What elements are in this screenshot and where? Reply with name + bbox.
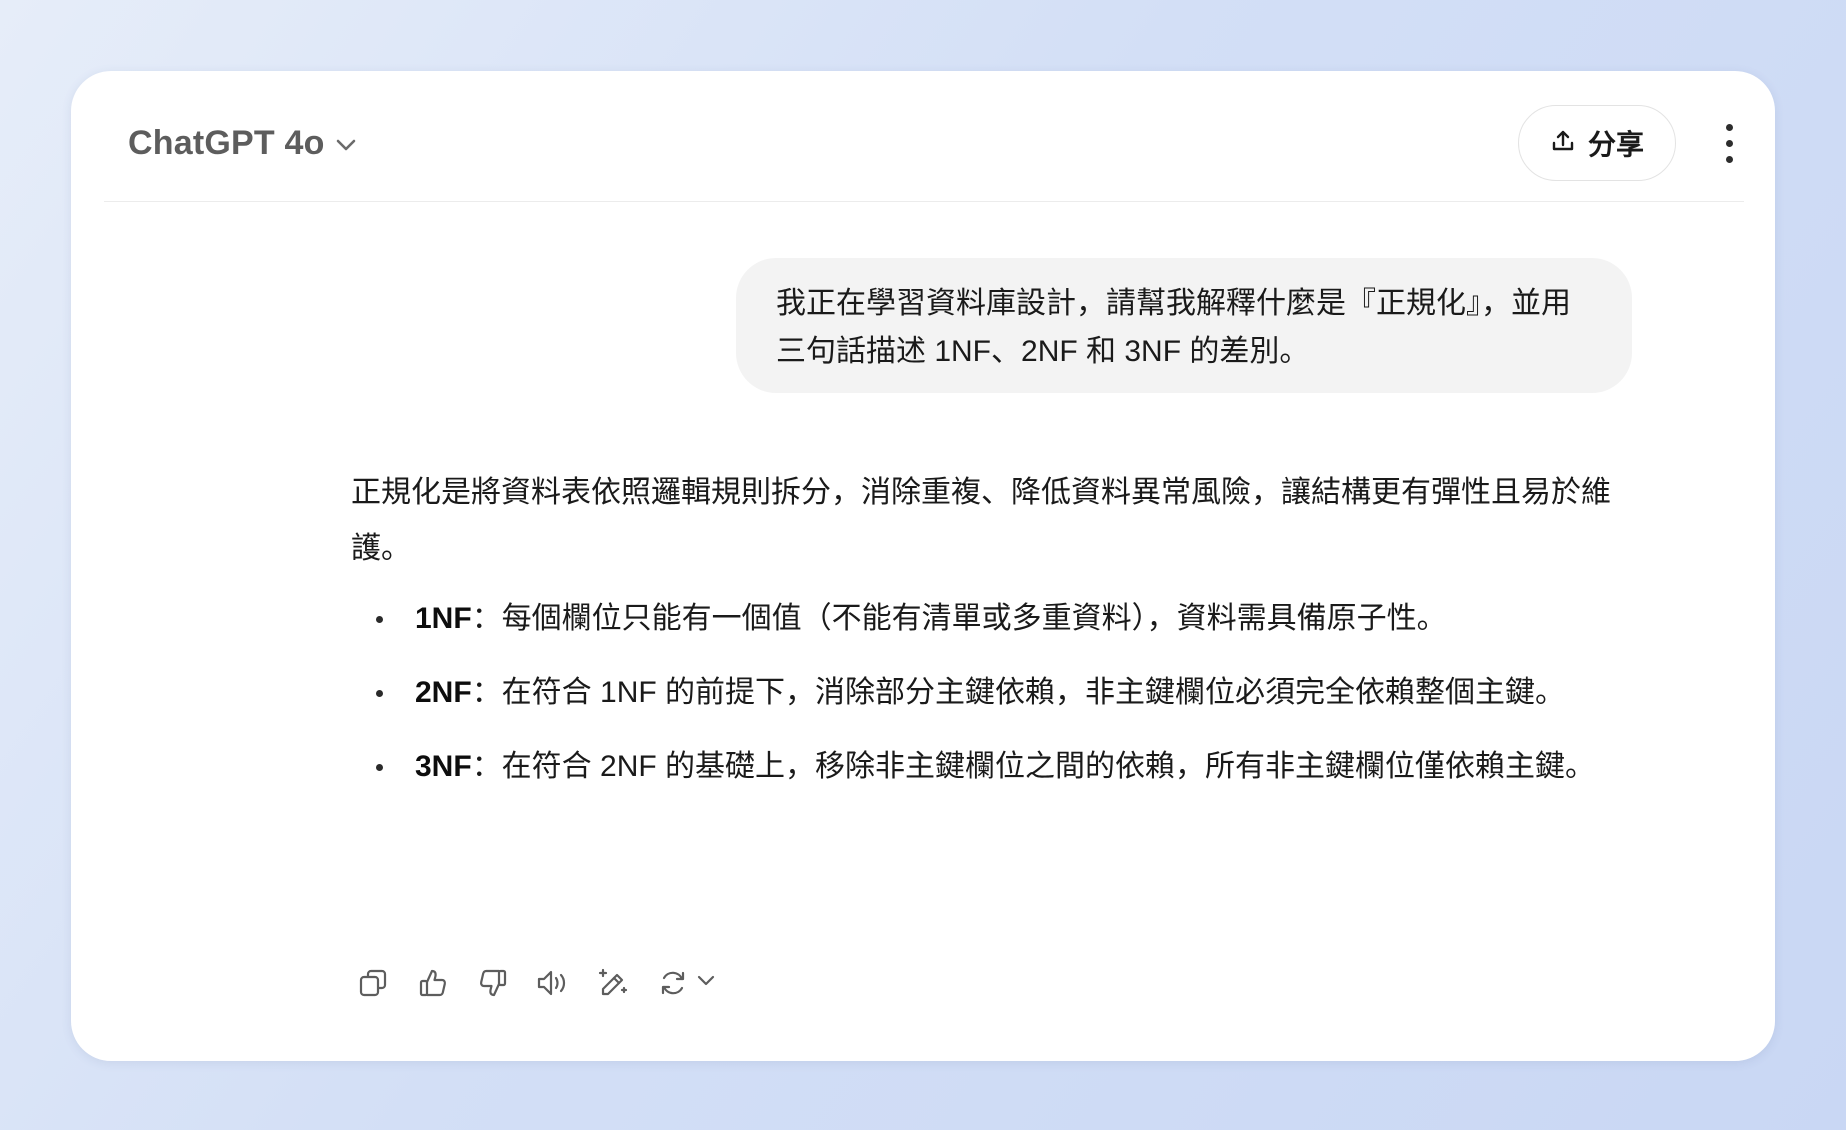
list-item-text: ：在符合 2NF 的基礎上，移除非主鍵欄位之間的依賴，所有非主鍵欄位僅依賴主鍵。: [471, 750, 1596, 783]
list-item-term: 3NF: [415, 750, 472, 783]
chevron-down-icon: [697, 974, 715, 992]
chat-header: ChatGPT 4o 分享: [104, 71, 1744, 202]
copy-button[interactable]: [351, 961, 395, 1005]
read-aloud-icon: [535, 967, 571, 999]
thumbs-up-button[interactable]: [411, 961, 455, 1005]
edit-button[interactable]: [591, 961, 635, 1005]
list-item-term: 1NF: [415, 602, 472, 635]
assistant-message: 正規化是將資料表依照邏輯規則拆分，消除重複、降低資料異常風險，讓結構更有彈性且易…: [351, 465, 1651, 795]
copy-icon: [357, 967, 389, 999]
list-item: 3NF：在符合 2NF 的基礎上，移除非主鍵欄位之間的依賴，所有非主鍵欄位僅依賴…: [351, 739, 1611, 795]
assistant-intro: 正規化是將資料表依照邏輯規則拆分，消除重複、降低資料異常風險，讓結構更有彈性且易…: [351, 476, 1611, 565]
thumbs-down-button[interactable]: [471, 961, 515, 1005]
more-options-icon: [1725, 123, 1733, 131]
thumbs-down-icon: [477, 967, 509, 999]
regenerate-button[interactable]: [651, 961, 715, 1005]
list-item: 2NF：在符合 1NF 的前提下，消除部分主鍵依賴，非主鍵欄位必須完全依賴整個主…: [351, 665, 1611, 721]
list-item-text: ：每個欄位只能有一個值（不能有清單或多重資料），資料需具備原子性。: [471, 602, 1447, 635]
read-aloud-button[interactable]: [531, 961, 575, 1005]
share-label: 分享: [1587, 129, 1644, 160]
message-actions: [351, 961, 715, 1005]
user-message-bubble: 我正在學習資料庫設計，請幫我解釋什麼是『正規化』，並用三句話描述 1NF、2NF…: [736, 258, 1632, 393]
chat-window: ChatGPT 4o 分享 我正在學習資料庫設計，請幫我解釋什麼是『正規化』，並…: [71, 71, 1775, 1061]
regenerate-icon: [651, 961, 695, 1005]
edit-sparkle-icon: [596, 966, 630, 1000]
share-button[interactable]: 分享: [1518, 105, 1676, 181]
model-name: ChatGPT 4o: [128, 123, 325, 162]
list-item-text: ：在符合 1NF 的前提下，消除部分主鍵依賴，非主鍵欄位必須完全依賴整個主鍵。: [471, 676, 1566, 709]
list-item-term: 2NF: [415, 676, 472, 709]
model-selector[interactable]: ChatGPT 4o: [128, 120, 357, 166]
share-icon: [1550, 128, 1576, 159]
list-item: 1NF：每個欄位只能有一個值（不能有清單或多重資料），資料需具備原子性。: [351, 591, 1611, 647]
user-message-text: 我正在學習資料庫設計，請幫我解釋什麼是『正規化』，並用三句話描述 1NF、2NF…: [776, 287, 1571, 368]
thumbs-up-icon: [417, 967, 449, 999]
chevron-down-icon: [335, 138, 357, 152]
assistant-bullet-list: 1NF：每個欄位只能有一個值（不能有清單或多重資料），資料需具備原子性。 2NF…: [351, 591, 1651, 795]
more-options-button[interactable]: [1714, 117, 1744, 169]
